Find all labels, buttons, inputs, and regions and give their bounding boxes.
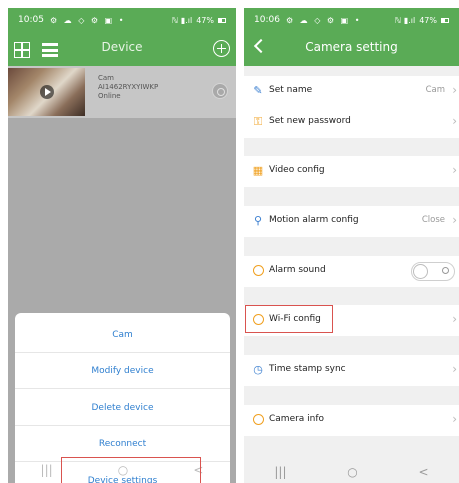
signal-icon: ℕ ▮.ıl [171,15,193,25]
status-time: 10:05 [18,15,44,25]
chevron-right-icon: › [452,114,457,128]
delete-device-button[interactable]: Delete device [15,390,230,426]
info-icon [252,414,264,426]
home-icon[interactable]: ○ [347,465,357,479]
alarm-sound-toggle[interactable] [411,262,455,281]
recent-apps-icon[interactable]: ||| [274,465,286,479]
play-icon[interactable] [40,85,54,99]
device-id: AI1462RYXYIWKP [98,83,159,91]
back-icon[interactable]: < [419,465,429,479]
chevron-right-icon: › [452,83,457,97]
app-header: 10:06 ⚙ ☁ ◇ ⚙ ▣ • ℕ ▮.ıl 47% Camera sett… [244,8,459,66]
time-stamp-sync-row[interactable]: ◷ Time stamp sync › [244,355,459,386]
chevron-right-icon: › [452,163,457,177]
pencil-icon: ✎ [253,84,263,97]
motion-alarm-row[interactable]: ⚲ Motion alarm config Close › [244,206,459,237]
camera-info-row[interactable]: Camera info › [244,405,459,436]
battery-percent: 47% [419,15,437,25]
battery-icon [441,17,449,23]
page-title: Device [101,40,143,54]
modify-device-button[interactable]: Modify device [15,353,230,389]
row-label: Camera info [269,414,325,424]
toolbar: Device [8,36,236,64]
row-value: Cam [425,85,445,95]
device-list-item[interactable]: Cam AI1462RYXYIWKP Online [8,66,236,118]
device-list-screen: 10:05 ⚙ ☁ ◇ ⚙ ▣ • ℕ ▮.ıl 47% Device Cam … [8,8,236,483]
chevron-right-icon: › [452,213,457,227]
page-title: Camera setting [305,40,398,54]
sheet-item-device-name[interactable]: Cam [15,317,230,353]
camera-thumbnail[interactable] [8,68,85,116]
system-nav-bar: ||| ○ < [244,461,459,483]
device-settings-highlight [61,457,201,483]
lock-icon: ⚿ [253,115,263,128]
screenshot-stage: 10:05 ⚙ ☁ ◇ ⚙ ▣ • ℕ ▮.ıl 47% Device Cam … [0,0,459,483]
motion-icon: ⚲ [253,214,263,227]
status-bar: 10:06 ⚙ ☁ ◇ ⚙ ▣ • ℕ ▮.ıl 47% [244,8,459,32]
status-time: 10:06 [254,15,280,25]
video-icon: ▦ [252,164,264,177]
alarm-sound-row: Alarm sound [244,256,459,287]
chevron-right-icon: › [452,362,457,376]
row-label: Set name [269,85,313,95]
row-label: Video config [269,165,325,175]
chevron-right-icon: › [452,412,457,426]
app-header: 10:05 ⚙ ☁ ◇ ⚙ ▣ • ℕ ▮.ıl 47% Device [8,8,236,66]
row-label: Time stamp sync [269,364,346,374]
chevron-right-icon: › [452,312,457,326]
alarm-sound-icon [252,265,264,277]
status-bar: 10:05 ⚙ ☁ ◇ ⚙ ▣ • ℕ ▮.ıl 47% [8,8,236,32]
row-value: Close [421,215,445,225]
battery-percent: 47% [196,15,214,25]
signal-icon: ℕ ▮.ıl [394,15,416,25]
notification-icons: ⚙ ☁ ◇ ⚙ ▣ • [285,15,362,25]
video-config-row[interactable]: ▦ Video config › [244,156,459,187]
row-label: Motion alarm config [269,215,359,225]
add-device-icon[interactable] [213,40,230,57]
camera-setting-screen: 10:06 ⚙ ☁ ◇ ⚙ ▣ • ℕ ▮.ıl 47% Camera sett… [244,8,459,483]
device-name: Cam [98,74,114,82]
row-label: Alarm sound [269,265,326,275]
device-status: Online [98,92,121,100]
battery-icon [218,17,226,23]
settings-gear-icon[interactable] [212,83,228,99]
wifi-config-highlight [245,305,333,333]
clock-icon: ◷ [253,363,263,376]
set-password-row[interactable]: ⚿ Set new password › [244,107,459,138]
notification-icons: ⚙ ☁ ◇ ⚙ ▣ • [49,15,126,25]
row-label: Set new password [269,116,351,126]
set-name-row[interactable]: ✎ Set name Cam › [244,76,459,107]
